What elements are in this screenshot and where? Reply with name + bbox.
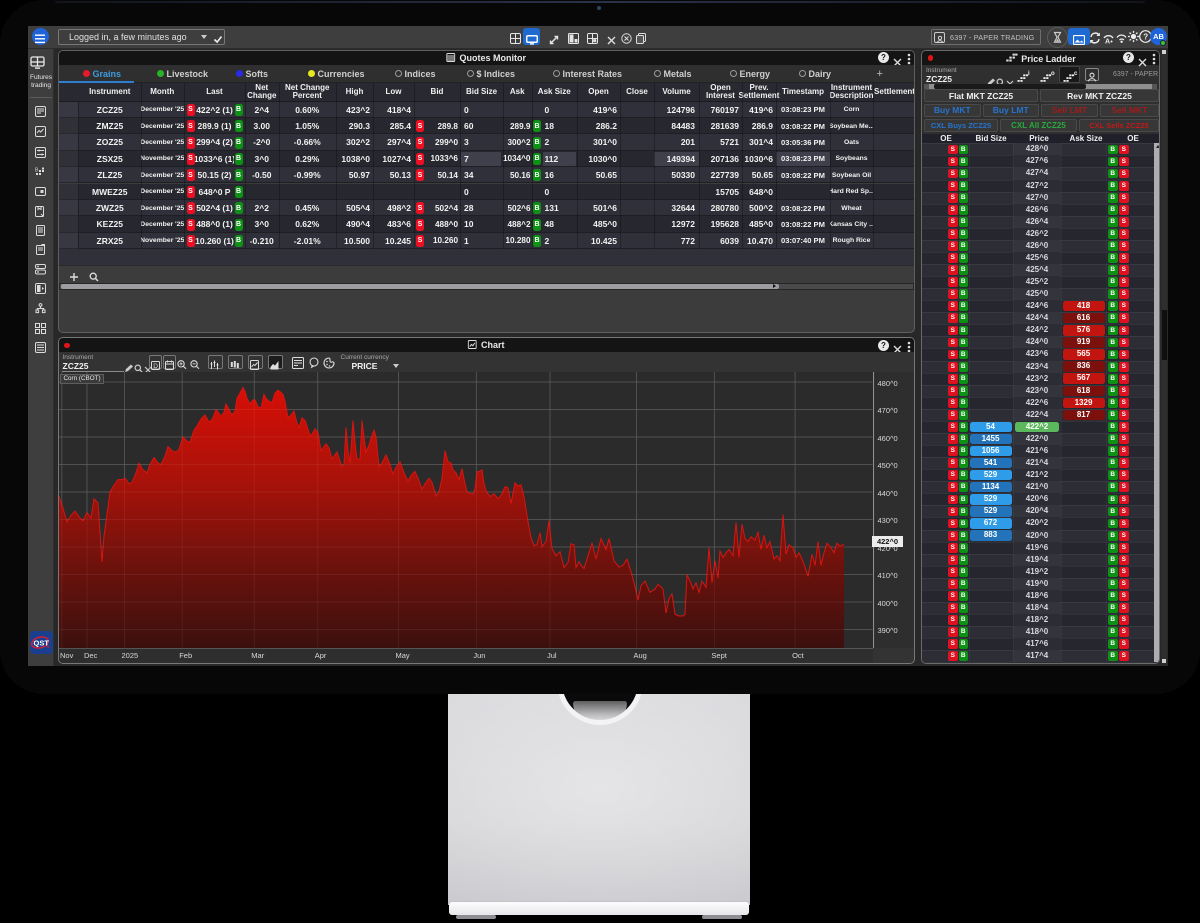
svg-text:A: A bbox=[1105, 39, 1110, 45]
svg-text:?: ? bbox=[1143, 32, 1148, 41]
svg-text:B: B bbox=[35, 167, 39, 173]
svg-text:QST: QST bbox=[33, 639, 49, 648]
svg-text:D: D bbox=[153, 363, 158, 370]
